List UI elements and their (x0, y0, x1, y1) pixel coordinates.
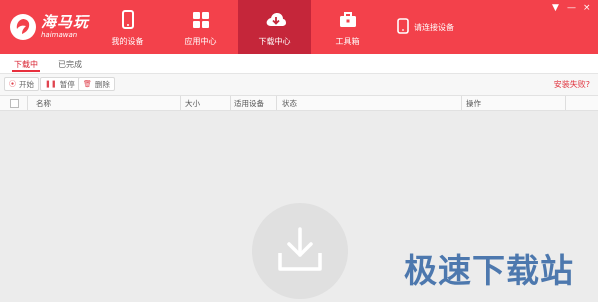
app-logo: 海马玩 haimawan (10, 10, 89, 44)
column-divider (276, 96, 277, 110)
column-action[interactable]: 操作 (466, 98, 481, 109)
nav-label: 工具箱 (335, 37, 360, 46)
nav-tab-toolbox[interactable]: 工具箱 (311, 0, 384, 54)
nav-tab-app-center[interactable]: 应用中心 (164, 0, 237, 54)
cloud-download-icon (265, 10, 286, 30)
table-header: 名称 大小 适用设备 状态 操作 (0, 96, 598, 111)
select-all-checkbox[interactable] (10, 99, 19, 108)
nav-tab-my-device[interactable]: 我的设备 (91, 0, 164, 54)
download-tray-icon (252, 203, 348, 299)
column-divider (461, 96, 462, 110)
site-watermark: 极速下载站 (404, 251, 574, 290)
sub-tab-bar: 下载中 已完成 (0, 54, 598, 74)
column-divider (565, 96, 566, 110)
delete-label: 删除 (94, 79, 110, 89)
connect-device-label: 请连接设备 (414, 22, 454, 32)
install-failed-link[interactable]: 安装失败? (554, 79, 590, 90)
start-label: 开始 (19, 79, 34, 89)
nav-label: 下载中心 (258, 37, 291, 46)
pause-icon: ❚❚ (45, 80, 57, 88)
nav-tab-download-center[interactable]: 下载中心 (238, 0, 311, 54)
logo-title: 海马玩 (41, 13, 90, 31)
briefcase-icon (338, 10, 358, 30)
close-button[interactable]: × (583, 3, 591, 13)
column-size[interactable]: 大小 (185, 98, 200, 109)
phone-icon (397, 18, 409, 36)
top-header: 海马玩 haimawan 我的设备 应用中心 下载中心 工具箱 请连接设备 ▼ … (0, 0, 598, 54)
column-divider (27, 96, 28, 110)
column-name[interactable]: 名称 (36, 98, 51, 109)
nav-label: 我的设备 (111, 37, 144, 46)
column-device[interactable]: 适用设备 (234, 98, 264, 109)
column-divider (180, 96, 181, 110)
trash-icon: 🗑 (83, 80, 92, 88)
minimize-button[interactable]: — (567, 3, 576, 13)
download-toolbar: ⦿ 开始 ❚❚ 暂停 🗑 删除 安装失败? (0, 74, 598, 96)
phone-icon (118, 10, 138, 30)
tab-downloading[interactable]: 下载中 (12, 59, 40, 72)
nav-label: 应用中心 (184, 37, 217, 46)
start-button[interactable]: ⦿ 开始 (4, 77, 39, 91)
pause-button[interactable]: ❚❚ 暂停 (40, 77, 80, 91)
column-status[interactable]: 状态 (282, 98, 297, 109)
grid-icon (191, 10, 211, 30)
delete-button[interactable]: 🗑 删除 (78, 77, 115, 91)
connect-device-button[interactable]: 请连接设备 (397, 0, 454, 54)
column-divider (230, 96, 231, 110)
menu-dropdown-icon[interactable]: ▼ (552, 3, 559, 13)
tab-completed[interactable]: 已完成 (58, 59, 82, 70)
logo-subtitle: haimawan (41, 31, 78, 39)
play-circle-icon: ⦿ (9, 80, 16, 88)
logo-badge-icon (10, 14, 36, 40)
pause-label: 暂停 (59, 79, 75, 89)
